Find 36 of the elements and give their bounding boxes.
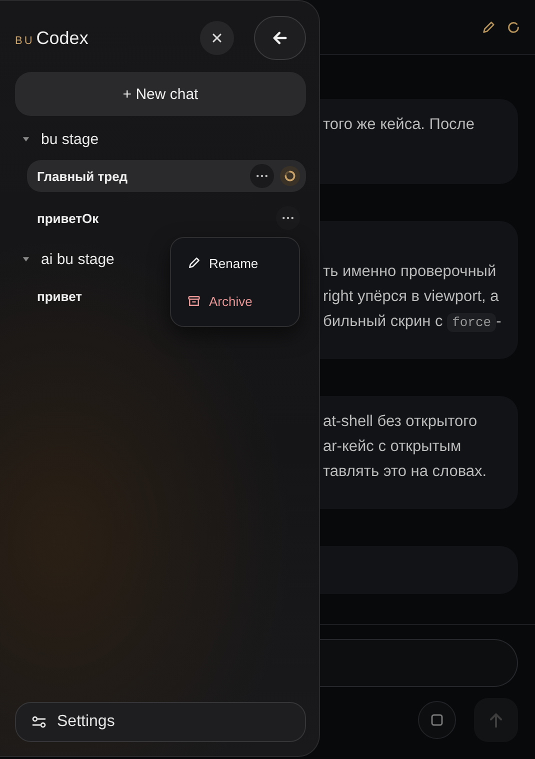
logo-mark: BU <box>15 34 34 46</box>
stop-icon <box>429 712 445 728</box>
close-icon <box>210 31 224 45</box>
archive-box-icon <box>187 294 201 308</box>
message-text: right упёрся в viewport, а <box>323 287 499 307</box>
chat-item[interactable]: Главный тред <box>27 160 306 192</box>
pencil-icon[interactable] <box>481 20 496 34</box>
settings-button[interactable]: Settings <box>15 702 306 742</box>
message-text: ar-кейс с открытым <box>323 437 462 457</box>
pencil-icon <box>187 256 201 270</box>
chat-title: Главный тред <box>37 168 128 184</box>
sliders-icon <box>31 714 47 730</box>
spinner-icon <box>280 166 300 186</box>
group-name[interactable]: bu stage <box>41 130 99 148</box>
message-text: at-shell без открытого <box>323 412 478 432</box>
menu-item[interactable]: Archive <box>171 282 299 320</box>
message-text: ть именно проверочный <box>323 262 496 282</box>
arrow-left-icon <box>271 29 289 47</box>
caret-icon[interactable] <box>21 134 31 144</box>
caret-icon[interactable] <box>21 254 31 264</box>
close-button[interactable] <box>200 21 234 55</box>
app-name: Codex <box>36 28 88 48</box>
menu-item[interactable]: Rename <box>171 244 299 282</box>
chat-title: приветОк <box>37 210 99 226</box>
more-button[interactable] <box>276 206 300 230</box>
message-text: того же кейса. После <box>323 115 474 135</box>
refresh-icon[interactable] <box>506 20 521 34</box>
group-name[interactable]: ai bu stage <box>41 250 114 268</box>
message-text: тавлять это на словах. <box>323 462 487 482</box>
message-input[interactable] <box>320 639 518 687</box>
back-button[interactable] <box>254 16 306 60</box>
more-button[interactable] <box>250 164 274 188</box>
arrow-up-icon <box>487 711 505 729</box>
message-text: бильный скрин с force - <box>323 312 502 334</box>
stop-button[interactable] <box>418 701 456 739</box>
new-chat-button[interactable]: + New chat <box>15 72 306 116</box>
